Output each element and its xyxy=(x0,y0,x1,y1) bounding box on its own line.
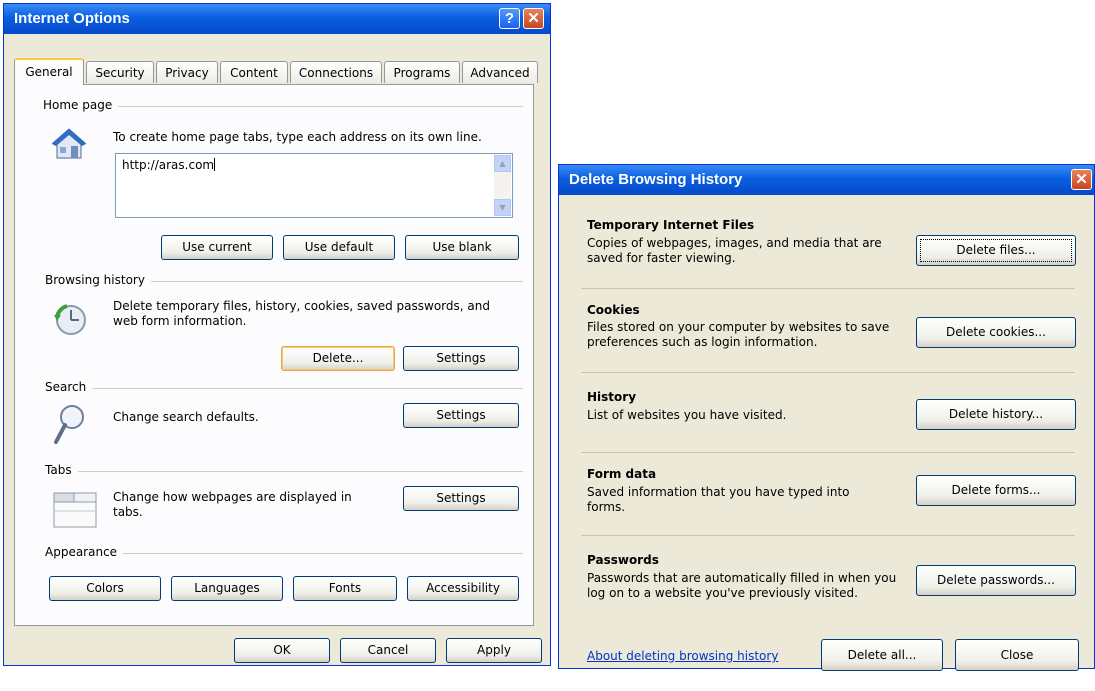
passwords-description: Passwords that are automatically filled … xyxy=(587,571,897,600)
divider xyxy=(581,452,1075,453)
use-current-button[interactable]: Use current xyxy=(161,235,273,260)
tabs-description: Change how webpages are displayed in tab… xyxy=(113,490,352,519)
divider xyxy=(581,288,1075,289)
delete-passwords-button[interactable]: Delete passwords... xyxy=(916,565,1076,596)
browsing-history-settings-button[interactable]: Settings xyxy=(403,346,519,371)
home-page-label: Home page xyxy=(43,98,119,112)
divider xyxy=(581,535,1075,536)
delete-cookies-button[interactable]: Delete cookies... xyxy=(916,317,1076,348)
window-title: Internet Options xyxy=(14,10,130,27)
home-page-url-field[interactable]: http://aras.com ▲ ▼ xyxy=(115,153,513,218)
form-data-heading: Form data xyxy=(587,467,657,481)
history-heading: History xyxy=(587,390,637,404)
help-button[interactable]: ? xyxy=(499,8,520,29)
tabs-window-icon xyxy=(53,492,97,528)
cancel-button[interactable]: Cancel xyxy=(340,638,436,663)
search-description: Change search defaults. xyxy=(113,410,259,424)
tab-content[interactable]: Content xyxy=(220,61,288,83)
browsing-history-description: Delete temporary files, history, cookies… xyxy=(113,299,490,328)
browsing-history-label: Browsing history xyxy=(45,273,151,287)
delete-files-button[interactable]: Delete files... xyxy=(916,235,1076,266)
about-deleting-history-link[interactable]: About deleting browsing history xyxy=(587,649,778,663)
colors-button[interactable]: Colors xyxy=(49,576,161,601)
search-label: Search xyxy=(45,380,93,394)
tab-programs[interactable]: Programs xyxy=(384,61,460,83)
home-icon xyxy=(51,128,87,159)
accessibility-button[interactable]: Accessibility xyxy=(407,576,519,601)
divider xyxy=(581,372,1075,373)
delete-browsing-history-window: Delete Browsing History ✕ Temporary Inte… xyxy=(558,164,1095,671)
internet-options-window: Internet Options ? ✕ General Security Pr… xyxy=(3,3,551,666)
form-data-description: Saved information that you have typed in… xyxy=(587,485,850,514)
window-title: Delete Browsing History xyxy=(569,171,743,188)
languages-button[interactable]: Languages xyxy=(171,576,283,601)
close-button[interactable]: Close xyxy=(955,639,1079,671)
temporary-files-heading: Temporary Internet Files xyxy=(587,218,755,232)
tab-privacy[interactable]: Privacy xyxy=(156,61,218,83)
home-page-url-value: http://aras.com xyxy=(122,158,215,172)
use-blank-button[interactable]: Use blank xyxy=(405,235,519,260)
cookies-heading: Cookies xyxy=(587,303,640,317)
fonts-button[interactable]: Fonts xyxy=(293,576,397,601)
internet-options-titlebar[interactable]: Internet Options ? ✕ xyxy=(4,4,550,34)
delete-browsing-history-button[interactable]: Delete... xyxy=(281,346,395,371)
tab-general[interactable]: General xyxy=(14,58,84,85)
history-description: List of websites you have visited. xyxy=(587,408,787,422)
tab-advanced[interactable]: Advanced xyxy=(462,61,538,83)
delete-forms-button[interactable]: Delete forms... xyxy=(916,475,1076,506)
delete-history-titlebar[interactable]: Delete Browsing History ✕ xyxy=(559,165,1094,195)
ok-button[interactable]: OK xyxy=(234,638,330,663)
scroll-up-arrow-icon[interactable]: ▲ xyxy=(494,155,511,172)
divider xyxy=(45,471,523,472)
tab-security[interactable]: Security xyxy=(86,61,154,83)
temporary-files-description: Copies of webpages, images, and media th… xyxy=(587,236,882,265)
appearance-label: Appearance xyxy=(45,545,124,559)
delete-history-button[interactable]: Delete history... xyxy=(916,399,1076,430)
tab-connections[interactable]: Connections xyxy=(290,61,382,83)
text-caret xyxy=(214,158,216,171)
general-tab-panel: Home page To create home page tabs, type… xyxy=(14,84,534,626)
url-field-scrollbar[interactable]: ▲ ▼ xyxy=(494,155,511,216)
divider xyxy=(45,388,523,389)
delete-all-button[interactable]: Delete all... xyxy=(821,639,943,671)
apply-button[interactable]: Apply xyxy=(446,638,542,663)
cookies-description: Files stored on your computer by website… xyxy=(587,320,890,349)
close-icon[interactable]: ✕ xyxy=(523,8,544,29)
history-clock-icon xyxy=(54,304,86,335)
home-page-description: To create home page tabs, type each addr… xyxy=(113,130,482,144)
use-default-button[interactable]: Use default xyxy=(283,235,395,260)
tabs-label: Tabs xyxy=(45,463,78,477)
scroll-down-arrow-icon[interactable]: ▼ xyxy=(494,199,511,216)
tabs-settings-button[interactable]: Settings xyxy=(403,486,519,511)
magnifier-icon xyxy=(54,405,84,444)
close-icon[interactable]: ✕ xyxy=(1071,169,1092,190)
passwords-heading: Passwords xyxy=(587,553,659,567)
search-settings-button[interactable]: Settings xyxy=(403,403,519,428)
